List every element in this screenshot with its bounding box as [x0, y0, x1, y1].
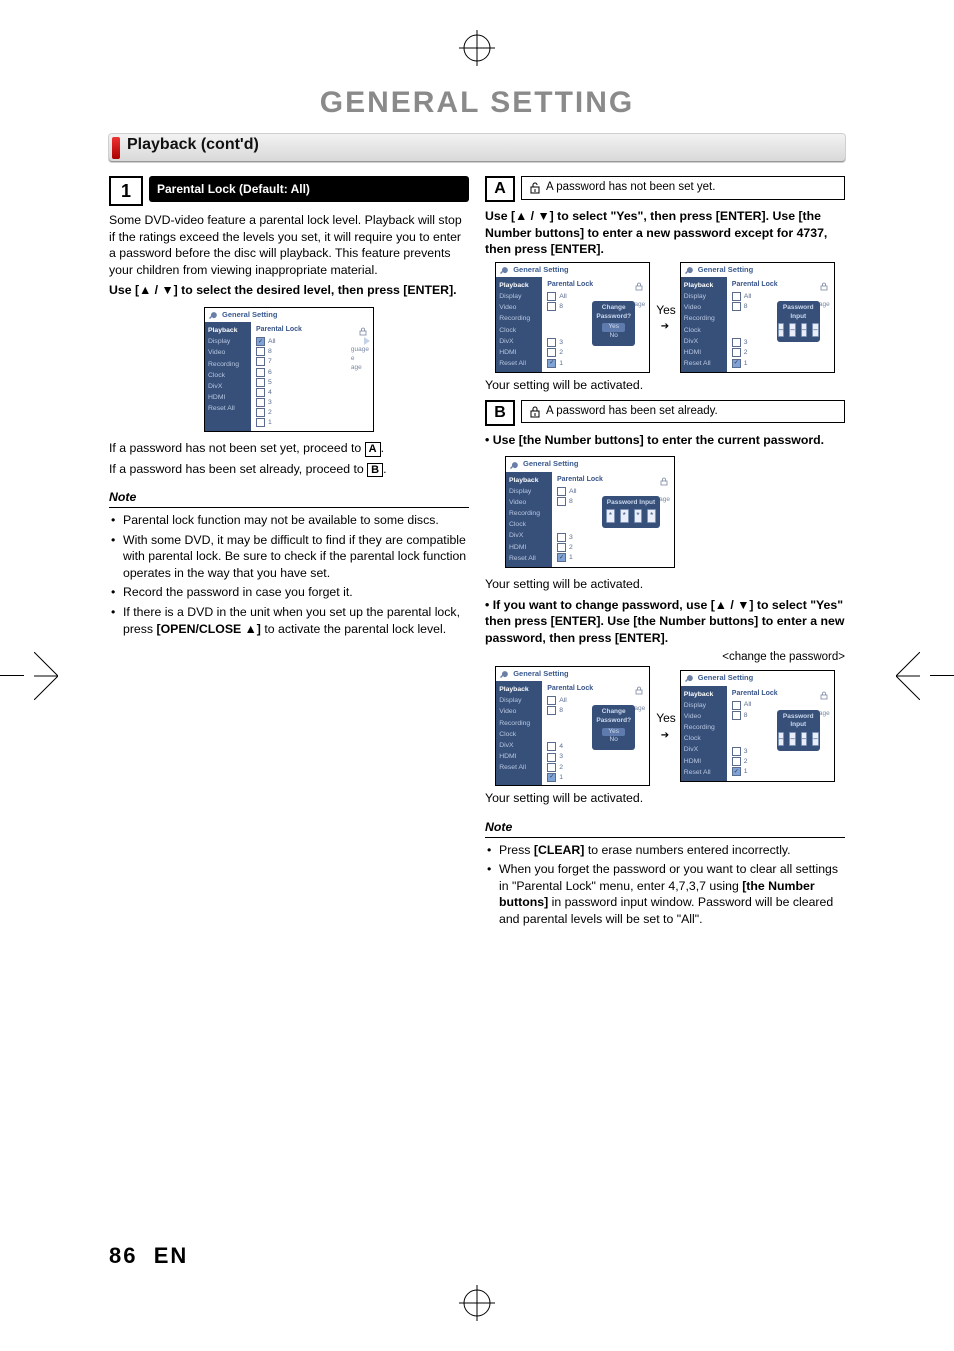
- wrench-icon: [685, 673, 695, 683]
- lock-icon: [819, 690, 829, 700]
- pw-input-overlay: Password Input ––––: [777, 710, 820, 752]
- activated-b1: Your setting will be activated.: [485, 576, 845, 593]
- lock-icon: [358, 326, 368, 336]
- osd-side-labels: guage e age: [351, 346, 369, 372]
- crop-mark-bottom: [459, 1285, 495, 1321]
- osd-a-right: General Setting PlaybackDisplayVideoReco…: [680, 262, 835, 374]
- note-list-1: Parental lock function may not be availa…: [109, 512, 469, 637]
- page-number: 86 EN: [109, 1243, 188, 1269]
- osd-heading: Parental Lock: [256, 325, 368, 334]
- activated-b2: Your setting will be activated.: [485, 790, 845, 807]
- unlock-icon: [528, 181, 542, 195]
- note-item: If there is a DVD in the unit when you s…: [123, 604, 469, 637]
- lock-icon: [634, 685, 644, 695]
- yes-arrow-label: Yes: [656, 302, 676, 318]
- osd-pair-a: General Setting PlaybackDisplayVideoReco…: [485, 262, 845, 374]
- branch-b-box: B: [485, 400, 515, 426]
- pw-input-overlay: Password Input ––––: [777, 301, 820, 343]
- section-label: Playback (cont'd): [127, 136, 259, 154]
- instr-a: Use [▲ / ▼] to select "Yes", then press …: [485, 208, 845, 258]
- branch-a-box: A: [485, 176, 515, 202]
- right-column: A A password has not been set yet. Use […: [485, 170, 845, 932]
- lock-icon: [634, 281, 644, 291]
- lock-icon: [659, 476, 669, 486]
- note-heading-1: Note: [109, 485, 469, 508]
- wrench-icon: [685, 265, 695, 275]
- proceed-a-text: If a password has not been set yet, proc…: [109, 440, 469, 457]
- branch-a-pill: A password has not been set yet.: [521, 176, 845, 200]
- section-header: Playback (cont'd): [109, 134, 845, 162]
- activated-a: Your setting will be activated.: [485, 377, 845, 394]
- note-item: With some DVD, it may be difficult to fi…: [123, 532, 469, 582]
- lock-icon: [819, 281, 829, 291]
- wrench-icon: [510, 460, 520, 470]
- note-item: Press [CLEAR] to erase numbers entered i…: [499, 842, 845, 859]
- lock-icon: [528, 405, 542, 419]
- note-list-2: Press [CLEAR] to erase numbers entered i…: [485, 842, 845, 928]
- wrench-icon: [209, 310, 219, 320]
- branch-b-header: B A password has been set already.: [485, 400, 845, 426]
- step-1-paragraph: Some DVD-video feature a parental lock l…: [109, 212, 469, 278]
- note-heading-2: Note: [485, 815, 845, 838]
- osd-b-right: General Setting PlaybackDisplayVideoReco…: [680, 670, 835, 782]
- note-item: When you forget the password or you want…: [499, 861, 845, 927]
- step-1-instruction: Use [▲ / ▼] to select the desired level,…: [109, 282, 469, 299]
- pw-input-overlay: Password Input ****: [602, 496, 660, 529]
- osd-a-left: General Setting PlaybackDisplayVideoReco…: [495, 262, 650, 374]
- crop-mark-left: [34, 652, 58, 700]
- osd-b1: General Setting PlaybackDisplayVideoReco…: [505, 456, 845, 568]
- osd-pair-b: General Setting PlaybackDisplayVideoReco…: [485, 666, 845, 787]
- branch-a-header: A A password has not been set yet.: [485, 176, 845, 202]
- osd-b-left: General Setting PlaybackDisplayVideoReco…: [495, 666, 650, 787]
- play-icon: [364, 337, 372, 345]
- osd-titlebar: General Setting: [205, 308, 373, 322]
- step-1-header: 1 Parental Lock (Default: All): [109, 176, 469, 206]
- note-item: Record the password in case you forget i…: [123, 584, 469, 601]
- content-area: GENERAL SETTING Playback (cont'd) 1 Pare…: [109, 86, 845, 1231]
- change-pw-caption: <change the password>: [485, 650, 845, 666]
- page-title: GENERAL SETTING: [109, 86, 845, 120]
- branch-b-pill: A password has been set already.: [521, 400, 845, 424]
- proceed-b-text: If a password has been set already, proc…: [109, 461, 469, 478]
- crop-mark-right: [896, 652, 920, 700]
- page: GENERAL SETTING Playback (cont'd) 1 Pare…: [0, 0, 954, 1351]
- crop-mark-top: [459, 30, 495, 66]
- wrench-icon: [500, 265, 510, 275]
- note-item: Parental lock function may not be availa…: [123, 512, 469, 529]
- yes-arrow-label: Yes: [656, 710, 676, 726]
- osd-main-screenshot: General Setting Playback Display Video R…: [109, 307, 469, 432]
- wrench-icon: [500, 669, 510, 679]
- osd-main-pane: Parental Lock ✓All 8 7 6 5 4 3 2 1: [251, 322, 373, 431]
- arrow-icon: ➔: [661, 320, 669, 334]
- change-pw-overlay: Change Password? Yes No: [592, 705, 635, 750]
- step-number-box: 1: [109, 176, 143, 206]
- instr-b2: • If you want to change password, use [▲…: [485, 597, 845, 647]
- left-column: 1 Parental Lock (Default: All) Some DVD-…: [109, 170, 469, 932]
- instr-b1: • Use [the Number buttons] to enter the …: [485, 432, 845, 449]
- section-accent: [112, 137, 120, 159]
- change-pw-overlay: Change Password? Yes No: [592, 301, 635, 346]
- step-heading: Parental Lock (Default: All): [149, 176, 469, 202]
- ref-box-a: A: [365, 442, 381, 457]
- arrow-icon: ➔: [661, 729, 669, 743]
- ref-box-b: B: [367, 463, 383, 478]
- osd-sidebar: Playback Display Video Recording Clock D…: [205, 322, 251, 431]
